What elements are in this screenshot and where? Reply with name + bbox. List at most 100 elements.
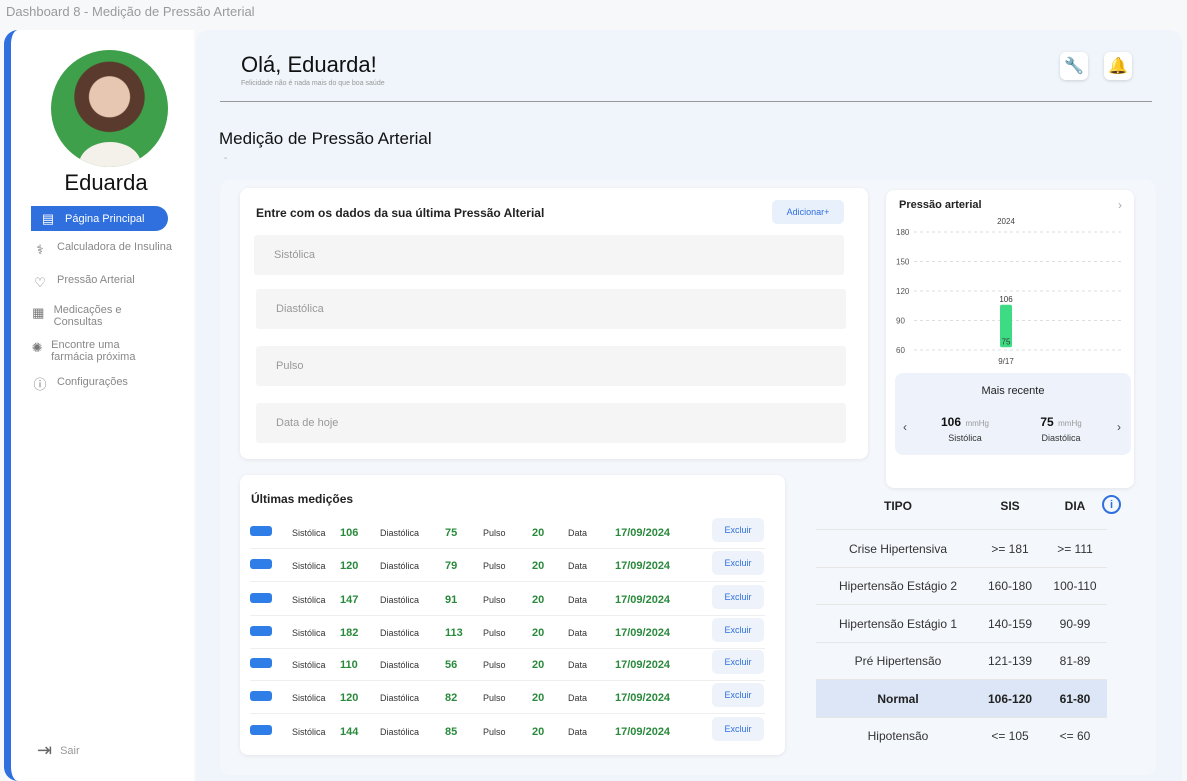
dia-cell: 61-80 <box>1059 691 1091 706</box>
bar-label-systolic: 106 <box>999 295 1013 304</box>
status-chip <box>250 658 272 668</box>
dia-label: Diastólica <box>380 561 420 571</box>
table-row: Sistólica 144 Diastólica 85 Pulso 20 Dat… <box>240 717 785 750</box>
table-row: Pré Hipertensão 121-139 81-89 <box>816 641 1107 680</box>
status-chip <box>250 593 272 603</box>
dia-value: 85 <box>445 726 458 738</box>
greeting-subtitle: Felicidade não é nada mais do que boa sa… <box>241 80 385 87</box>
delete-button[interactable]: Excluir <box>712 518 764 542</box>
y-tick-label: 180 <box>896 228 910 237</box>
dia-label: Diastólica <box>380 595 420 605</box>
type-cell: Normal <box>877 691 919 706</box>
sys-value: 120 <box>340 560 359 572</box>
dia-value: 82 <box>445 692 458 704</box>
delete-button[interactable]: Excluir <box>712 551 764 575</box>
sys-value: 144 <box>340 726 359 738</box>
sidebar: Eduarda ▤ Página Principal ⚕ Calculadora… <box>4 30 194 781</box>
page-title-mark: - <box>224 153 228 164</box>
type-cell: Crise Hipertensiva <box>848 541 948 556</box>
date-label: Data <box>568 693 588 703</box>
row-divider <box>250 680 765 681</box>
bar-label-diastolic: 75 <box>1002 337 1011 346</box>
delete-button[interactable]: Excluir <box>712 650 764 674</box>
pulse-label: Pulso <box>483 660 506 670</box>
delete-button[interactable]: Excluir <box>712 585 764 609</box>
date-input[interactable]: Data de hoje <box>256 403 846 443</box>
table-row: Sistólica 120 Diastólica 79 Pulso 20 Dat… <box>240 551 785 584</box>
delete-button[interactable]: Excluir <box>712 618 764 642</box>
sis-cell: 140-159 <box>987 616 1033 631</box>
sys-label: Sistólica <box>292 595 326 605</box>
y-tick-label: 150 <box>896 258 910 267</box>
chevron-right-icon[interactable]: › <box>1117 420 1121 434</box>
header-divider <box>220 101 1152 102</box>
date-label: Data <box>568 660 588 670</box>
page-title: Medição de Pressão Arterial <box>219 129 432 148</box>
info-icon: ⓘ <box>33 377 47 392</box>
delete-button[interactable]: Excluir <box>712 683 764 707</box>
x-tick-label: 9/17 <box>998 357 1014 366</box>
pulse-label: Pulso <box>483 727 506 737</box>
table-row: Sistólica 120 Diastólica 82 Pulso 20 Dat… <box>240 683 785 716</box>
header-type: TIPO <box>883 499 912 513</box>
measurements-list: Últimas medições Sistólica 106 Diastólic… <box>240 475 785 755</box>
pulse-value: 20 <box>532 527 545 539</box>
info-icon[interactable]: i <box>1102 495 1121 514</box>
pulse-input[interactable]: Pulso <box>256 346 846 386</box>
pulse-value: 20 <box>532 560 545 572</box>
dia-cell: >= 111 <box>1057 541 1093 556</box>
systolic-input[interactable]: Sistólica <box>254 235 844 275</box>
logout-icon: ⇥ <box>37 740 53 760</box>
main-area: Olá, Eduarda! Felicidade não é nada mais… <box>196 30 1182 781</box>
y-tick-label: 90 <box>896 317 905 326</box>
dia-label: Diastólica <box>380 693 420 703</box>
sys-value: 182 <box>340 627 359 639</box>
y-tick-label: 120 <box>896 287 910 296</box>
table-header: TIPO SIS DIA i <box>816 483 1122 529</box>
sidebar-item-farmacia[interactable]: ✺ Encontre uma farmácia próxima <box>31 339 156 363</box>
bell-icon: 🔔 <box>1108 58 1128 75</box>
dia-cell: 90-99 <box>1059 616 1091 631</box>
row-divider <box>250 615 765 616</box>
chevron-right-icon[interactable]: › <box>1118 198 1122 212</box>
pulse-value: 20 <box>532 692 545 704</box>
greeting: Olá, Eduarda! <box>241 52 377 77</box>
recent-title: Mais recente <box>981 385 1045 397</box>
recent-systolic-unit: mmHg <box>965 419 990 428</box>
sidebar-item-medicacoes[interactable]: ▦ Medicações e Consultas <box>31 304 151 328</box>
chevron-left-icon[interactable]: ‹ <box>903 420 907 434</box>
date-label: Data <box>568 528 588 538</box>
sys-label: Sistólica <box>292 727 326 737</box>
dia-label: Diastólica <box>380 727 420 737</box>
status-chip <box>250 725 272 735</box>
table-row: Sistólica 106 Diastólica 75 Pulso 20 Dat… <box>240 518 785 551</box>
pulse-label: Pulso <box>483 628 506 638</box>
pulse-value: 20 <box>532 627 545 639</box>
list-title: Últimas medições <box>251 492 354 506</box>
pulse-value: 20 <box>532 726 545 738</box>
notification-button[interactable]: 🔔 <box>1104 52 1132 80</box>
sidebar-item-pagina-principal[interactable]: ▤ Página Principal <box>31 206 168 231</box>
date-value: 17/09/2024 <box>615 594 671 606</box>
pulse-label: Pulso <box>483 693 506 703</box>
sidebar-item-pressao-arterial[interactable]: ♡ Pressão Arterial <box>31 274 134 292</box>
pulse-label: Pulso <box>483 561 506 571</box>
row-divider <box>250 581 765 582</box>
recent-reading: Mais recente ‹ › 106 mmHg Sistólica 75 m… <box>895 373 1131 455</box>
sis-cell: 121-139 <box>987 654 1033 668</box>
table-row: Hipertensão Estágio 1 140-159 90-99 <box>816 604 1107 642</box>
sidebar-item-calculadora-insulina[interactable]: ⚕ Calculadora de Insulina <box>31 241 172 259</box>
diastolic-input[interactable]: Diastólica <box>256 289 846 329</box>
status-chip <box>250 691 272 701</box>
logout-button[interactable]: ⇥ Sair <box>37 740 80 761</box>
wrench-button[interactable]: 🔧 <box>1060 52 1088 80</box>
pulse-value: 20 <box>532 659 545 671</box>
sidebar-item-configuracoes[interactable]: ⓘ Configurações <box>31 376 128 394</box>
delete-button[interactable]: Excluir <box>712 717 764 741</box>
dia-label: Diastólica <box>380 528 420 538</box>
add-button[interactable]: Adicionar+ <box>772 200 844 224</box>
dia-value: 56 <box>445 659 458 671</box>
table-row: Hipertensão Estágio 2 160-180 100-110 <box>816 566 1107 605</box>
date-value: 17/09/2024 <box>615 726 671 738</box>
sidebar-item-label: Configurações <box>57 376 128 388</box>
